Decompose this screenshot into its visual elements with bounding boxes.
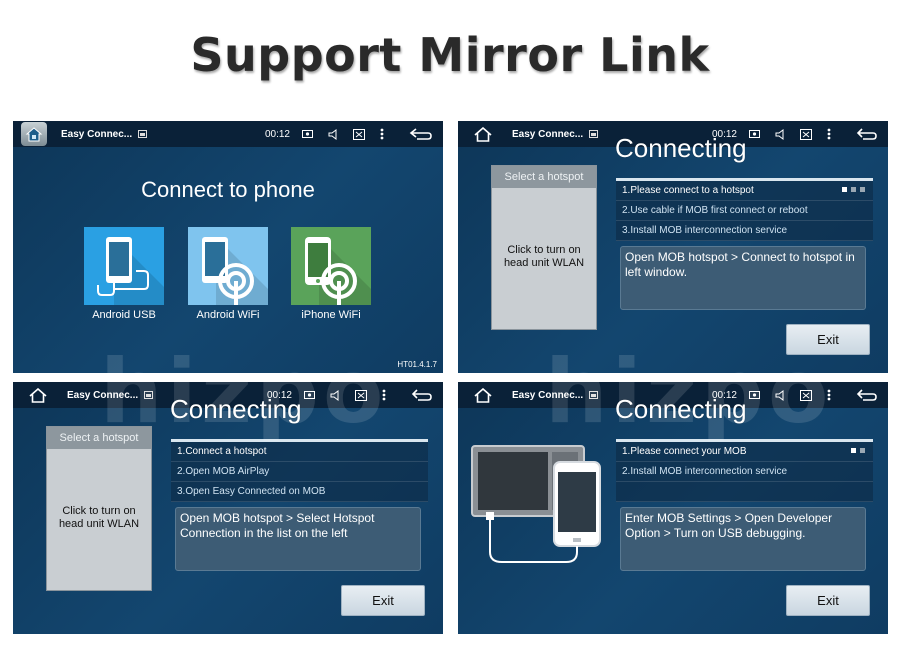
iphone-wifi-label[interactable]: iPhone WiFi (281, 309, 381, 321)
close-window-icon[interactable] (355, 389, 367, 401)
home-icon[interactable] (23, 382, 53, 408)
instruction-box: Open MOB hotspot > Select Hotspot Connec… (175, 507, 421, 571)
step-item: 2.Install MOB interconnection service (616, 462, 873, 482)
connecting-screen-airplay: Easy Connec... 00:12 Connecting Select a… (13, 382, 443, 634)
hotspot-list-panel[interactable]: Select a hotspot Click to turn on head u… (491, 165, 597, 330)
head-unit-phone-usb-illustration (471, 445, 601, 563)
connecting-screen-usb: Easy Connec... 00:12 Connecting 1.Please… (458, 382, 888, 634)
volume-icon[interactable] (775, 128, 785, 140)
more-options-icon[interactable] (827, 389, 831, 401)
image-notification-icon (589, 391, 599, 399)
instruction-box: Enter MOB Settings > Open Developer Opti… (620, 507, 866, 571)
exit-button[interactable]: Exit (786, 324, 870, 355)
hotspot-header: Select a hotspot (492, 166, 596, 188)
image-notification-icon (144, 391, 154, 399)
exit-button[interactable]: Exit (341, 585, 425, 616)
more-options-icon[interactable] (827, 128, 831, 140)
close-window-icon[interactable] (353, 128, 365, 140)
steps-list: 1.Please connect to a hotspot 2.Use cabl… (616, 178, 873, 241)
connecting-title: Connecting (615, 133, 747, 163)
version-label: HT01.4.1.7 (397, 360, 437, 369)
android-wifi-tile[interactable] (188, 227, 268, 305)
page-indicator (851, 448, 865, 453)
turn-on-wlan-text[interactable]: Click to turn on head unit WLAN (49, 505, 149, 531)
close-window-icon[interactable] (800, 128, 812, 140)
more-options-icon[interactable] (380, 128, 384, 140)
page-indicator (842, 187, 865, 192)
connecting-title: Connecting (170, 394, 302, 424)
connect-to-phone-screen: Easy Connec... 00:12 Connect to phone An… (13, 121, 443, 373)
back-icon[interactable] (856, 388, 878, 402)
screenshot-icon[interactable] (304, 391, 315, 399)
step-item: 1.Please connect to a hotspot (616, 181, 873, 201)
phone-wifi-icon (202, 237, 268, 305)
hotspot-list-panel[interactable]: Select a hotspot Click to turn on head u… (46, 426, 152, 591)
android-usb-label[interactable]: Android USB (74, 309, 174, 321)
connecting-title: Connecting (615, 394, 747, 424)
connecting-screen-hotspot: Easy Connec... 00:12 Connecting Select a… (458, 121, 888, 373)
app-title: Easy Connec... (512, 389, 584, 401)
volume-icon[interactable] (330, 389, 340, 401)
page-title: Support Mirror Link (190, 28, 710, 82)
step-item: 2.Open MOB AirPlay (171, 462, 428, 482)
android-usb-tile[interactable] (84, 227, 164, 305)
connect-heading: Connect to phone (141, 177, 315, 202)
back-icon[interactable] (409, 127, 433, 141)
image-notification-icon (138, 130, 148, 138)
back-icon[interactable] (856, 127, 878, 141)
iphone-wifi-tile[interactable] (291, 227, 371, 305)
steps-list: 1.Please connect your MOB 2.Install MOB … (616, 439, 873, 502)
screenshot-icon[interactable] (302, 130, 313, 138)
turn-on-wlan-text[interactable]: Click to turn on head unit WLAN (494, 244, 594, 270)
screenshot-icon[interactable] (749, 130, 760, 138)
app-title: Easy Connec... (67, 389, 139, 401)
steps-list: 1.Connect a hotspot 2.Open MOB AirPlay 3… (171, 439, 428, 502)
step-item: 1.Please connect your MOB (616, 442, 873, 462)
instruction-box: Open MOB hotspot > Connect to hotspot in… (620, 246, 866, 310)
app-title: Easy Connec... (61, 128, 133, 140)
step-item: 1.Connect a hotspot (171, 442, 428, 462)
exit-button[interactable]: Exit (786, 585, 870, 616)
status-bar: Easy Connec... 00:12 (13, 121, 443, 147)
home-icon[interactable] (468, 121, 498, 147)
android-wifi-label[interactable]: Android WiFi (178, 309, 278, 321)
step-item: 3.Open Easy Connected on MOB (171, 482, 428, 502)
close-window-icon[interactable] (800, 389, 812, 401)
clock: 00:12 (264, 128, 290, 140)
more-options-icon[interactable] (382, 389, 386, 401)
app-title: Easy Connec... (512, 128, 584, 140)
volume-icon[interactable] (775, 389, 785, 401)
step-item: 2.Use cable if MOB first connect or rebo… (616, 201, 873, 221)
app-home-icon[interactable] (21, 122, 47, 146)
back-icon[interactable] (411, 388, 433, 402)
volume-icon[interactable] (328, 128, 338, 140)
screenshot-icon[interactable] (749, 391, 760, 399)
phone-usb-icon (97, 237, 164, 305)
home-icon[interactable] (468, 382, 498, 408)
step-item: 3.Install MOB interconnection service (616, 221, 873, 241)
image-notification-icon (589, 130, 599, 138)
hotspot-header: Select a hotspot (47, 427, 151, 449)
iphone-wifi-icon (305, 237, 371, 305)
